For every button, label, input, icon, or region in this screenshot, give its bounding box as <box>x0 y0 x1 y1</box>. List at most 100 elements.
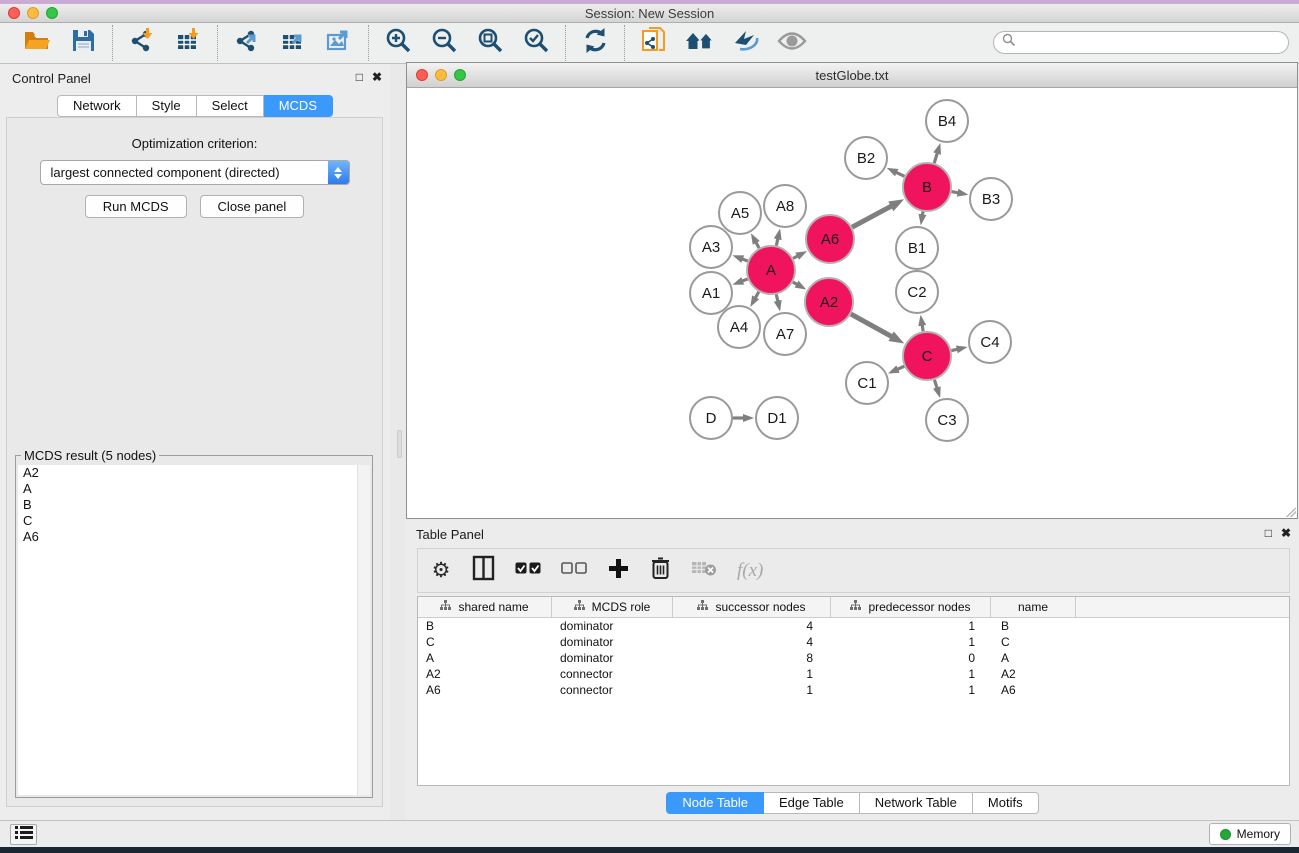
cell-predecessor_nodes[interactable]: 1 <box>831 667 991 681</box>
network-minimize-button[interactable] <box>435 69 447 81</box>
network-canvas[interactable]: AA1A2A3A4A5A6A7A8BB1B2B3B4CC1C2C3C4DD1 <box>407 89 1297 518</box>
cell-shared_name[interactable]: C <box>418 635 552 649</box>
graph-node-B4[interactable]: B4 <box>926 100 968 142</box>
graph-node-D[interactable]: D <box>690 397 732 439</box>
graph-node-A1[interactable]: A1 <box>690 272 732 314</box>
optimization-criterion-select[interactable]: largest connected component (directed) <box>40 160 350 185</box>
app-titlebar[interactable]: Session: New Session <box>0 4 1299 23</box>
tab-mcds[interactable]: MCDS <box>264 95 333 117</box>
graph-node-B1[interactable]: B1 <box>896 227 938 269</box>
cell-shared_name[interactable]: A2 <box>418 667 552 681</box>
task-history-button[interactable] <box>10 824 37 845</box>
cell-name[interactable]: A <box>991 651 1076 665</box>
zoom-out-button[interactable] <box>429 28 459 58</box>
window-resize-grip[interactable] <box>1286 507 1296 517</box>
save-session-button[interactable] <box>68 28 98 58</box>
table-row[interactable]: A6connector11A6 <box>418 682 1289 698</box>
close-table-panel-icon[interactable]: ✖ <box>1281 526 1291 540</box>
cell-mcds_role[interactable]: dominator <box>552 635 673 649</box>
float-panel-icon[interactable]: □ <box>356 70 363 84</box>
delete-table-button[interactable] <box>691 558 717 584</box>
cell-name[interactable]: B <box>991 619 1076 633</box>
table-row[interactable]: Cdominator41C <box>418 634 1289 650</box>
network-window-titlebar[interactable]: testGlobe.txt <box>407 63 1297 88</box>
refresh-button[interactable] <box>580 28 610 58</box>
cell-predecessor_nodes[interactable]: 1 <box>831 619 991 633</box>
export-table-button[interactable] <box>278 28 308 58</box>
import-table-button[interactable] <box>173 28 203 58</box>
graph-node-C[interactable]: C <box>903 332 951 380</box>
mcds-result-item[interactable]: C <box>18 513 370 529</box>
table-row[interactable]: Bdominator41B <box>418 618 1289 634</box>
cell-name[interactable]: C <box>991 635 1076 649</box>
network-view-window[interactable]: testGlobe.txt AA1A2A3A4A5A6A7A8BB1B2B3B4… <box>406 62 1298 519</box>
close-panel-icon[interactable]: ✖ <box>372 70 382 84</box>
zoom-in-button[interactable] <box>383 28 413 58</box>
cell-predecessor_nodes[interactable]: 0 <box>831 651 991 665</box>
tab-style[interactable]: Style <box>137 95 197 117</box>
mcds-result-item[interactable]: A6 <box>18 529 370 545</box>
cell-shared_name[interactable]: B <box>418 619 552 633</box>
mcds-result-item[interactable]: A <box>18 481 370 497</box>
tab-node-table[interactable]: Node Table <box>666 792 764 814</box>
graph-edge-B-B3[interactable] <box>952 192 959 193</box>
graph-edge-A-A7[interactable] <box>776 294 778 301</box>
column-header-name[interactable]: name <box>991 597 1076 617</box>
column-header-successor-nodes[interactable]: successor nodes <box>673 597 831 617</box>
column-header-shared-name[interactable]: shared name <box>418 597 552 617</box>
close-window-button[interactable] <box>8 7 20 19</box>
cell-shared_name[interactable]: A6 <box>418 683 552 697</box>
zoom-selected-button[interactable] <box>521 28 551 58</box>
graph-node-A6[interactable]: A6 <box>806 215 854 263</box>
graph-node-C4[interactable]: C4 <box>969 321 1011 363</box>
panel-splitter-handle[interactable] <box>397 430 402 458</box>
function-builder-button[interactable]: f(x) <box>737 558 763 584</box>
graph-edge-A-A5[interactable] <box>756 242 759 248</box>
cell-mcds_role[interactable]: dominator <box>552 651 673 665</box>
graph-node-B3[interactable]: B3 <box>970 178 1012 220</box>
graph-node-C1[interactable]: C1 <box>846 362 888 404</box>
graph-edge-A2-C[interactable] <box>851 314 892 337</box>
cell-predecessor_nodes[interactable]: 1 <box>831 683 991 697</box>
mcds-result-list[interactable]: A2ABCA6 <box>18 465 370 795</box>
cell-shared_name[interactable]: A <box>418 651 552 665</box>
tab-select[interactable]: Select <box>197 95 264 117</box>
import-network-button[interactable] <box>127 28 157 58</box>
hide-details-button[interactable] <box>731 28 761 58</box>
graph-node-A7[interactable]: A7 <box>764 313 806 355</box>
graph-node-A4[interactable]: A4 <box>718 306 760 348</box>
graph-edge-A-A4[interactable] <box>755 292 759 298</box>
zoom-window-button[interactable] <box>46 7 58 19</box>
result-scrollbar[interactable] <box>357 465 370 795</box>
cell-successor_nodes[interactable]: 4 <box>673 635 831 649</box>
cell-mcds_role[interactable]: connector <box>552 667 673 681</box>
graph-node-D1[interactable]: D1 <box>756 397 798 439</box>
search-input[interactable] <box>1016 33 1288 52</box>
mcds-result-item[interactable]: A2 <box>18 465 370 481</box>
settings-button[interactable]: ⚙ <box>430 558 452 584</box>
tab-edge-table[interactable]: Edge Table <box>764 792 860 814</box>
graph-edge-C-C1[interactable] <box>897 366 904 369</box>
mcds-result-item[interactable]: B <box>18 497 370 513</box>
tab-network-table[interactable]: Network Table <box>860 792 973 814</box>
float-table-panel-icon[interactable]: □ <box>1265 526 1272 540</box>
tab-network[interactable]: Network <box>57 95 137 117</box>
network-file-button[interactable] <box>639 28 669 58</box>
cell-name[interactable]: A6 <box>991 683 1076 697</box>
graph-node-C3[interactable]: C3 <box>926 399 968 441</box>
graph-edge-C-C3[interactable] <box>934 380 937 389</box>
export-image-button[interactable] <box>324 28 354 58</box>
add-button[interactable] <box>607 558 629 584</box>
network-close-button[interactable] <box>416 69 428 81</box>
select-all-checkboxes-button[interactable] <box>515 558 541 584</box>
cell-mcds_role[interactable]: connector <box>552 683 673 697</box>
graph-node-C2[interactable]: C2 <box>896 271 938 313</box>
cell-successor_nodes[interactable]: 4 <box>673 619 831 633</box>
open-session-button[interactable] <box>22 28 52 58</box>
graph-node-B2[interactable]: B2 <box>845 137 887 179</box>
cell-name[interactable]: A2 <box>991 667 1076 681</box>
table-row[interactable]: A2connector11A2 <box>418 666 1289 682</box>
graph-node-A5[interactable]: A5 <box>719 192 761 234</box>
network-zoom-button[interactable] <box>454 69 466 81</box>
show-details-button[interactable] <box>777 28 807 58</box>
